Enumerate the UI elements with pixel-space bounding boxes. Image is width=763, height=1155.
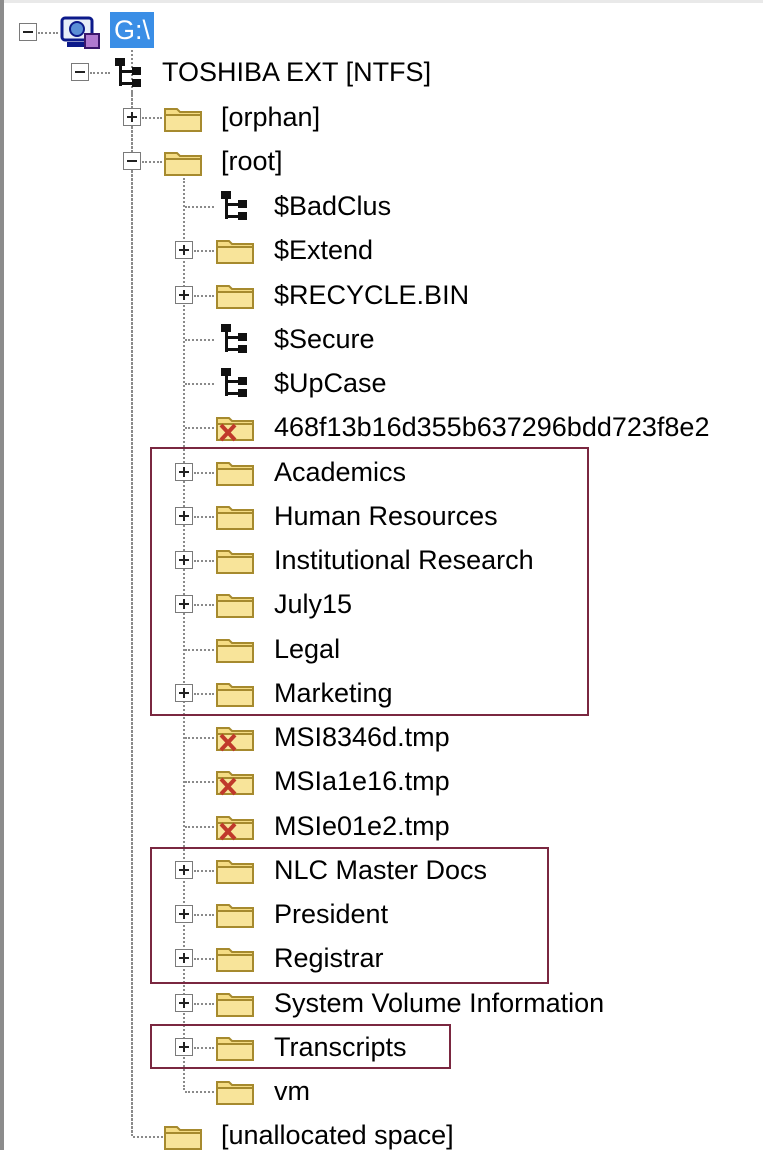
panel-top-edge <box>0 0 763 3</box>
tree-item-label[interactable]: $Secure <box>274 319 375 359</box>
system-file-tree-icon <box>221 324 247 353</box>
tree-connector <box>185 206 214 208</box>
folder-icon <box>216 993 254 1017</box>
highlight-box <box>150 847 549 984</box>
volume-tree-icon <box>115 58 141 87</box>
highlight-box <box>150 447 589 716</box>
deleted-folder-icon <box>216 816 254 841</box>
tree-connector <box>142 161 162 163</box>
tree-connector <box>185 826 214 828</box>
file-tree-panel: { "tree": { "drive": { "label": "G:\\", … <box>0 0 763 1150</box>
tree-item-label[interactable]: MSIa1e16.tmp <box>274 761 450 801</box>
tree-connector <box>194 295 214 297</box>
tree-connector <box>133 1136 163 1138</box>
tree-item-label[interactable]: $Extend <box>274 230 373 270</box>
tree-connector <box>194 250 214 252</box>
tree-connector <box>131 92 133 1136</box>
tree-connector <box>142 117 162 119</box>
tree-item-label[interactable]: MSI8346d.tmp <box>274 717 450 757</box>
expand-orphan-toggle[interactable] <box>123 108 141 126</box>
volume-label[interactable]: TOSHIBA EXT [NTFS] <box>162 52 431 92</box>
collapse-drive-toggle[interactable] <box>19 23 37 41</box>
tree-connector <box>185 427 214 429</box>
tree-connector <box>185 1091 214 1093</box>
tree-item-label[interactable]: vm <box>274 1071 310 1111</box>
expand-toggle[interactable] <box>175 241 193 259</box>
collapse-volume-toggle[interactable] <box>71 63 89 81</box>
system-file-tree-icon <box>221 191 247 220</box>
expand-toggle[interactable] <box>175 994 193 1012</box>
tree-item-label[interactable]: $RECYCLE.BIN <box>274 275 469 315</box>
deleted-folder-icon <box>216 771 254 796</box>
tree-item-label[interactable]: $BadClus <box>274 186 391 226</box>
tree-connector <box>194 1003 214 1005</box>
tree-item-label[interactable]: 468f13b16d355b637296bdd723f8e2 <box>274 407 709 447</box>
folder-icon <box>164 108 202 132</box>
tree-connector <box>185 383 214 385</box>
tree-item-label[interactable]: $UpCase <box>274 363 387 403</box>
drive-label[interactable]: G:\ <box>110 12 155 48</box>
tree-connector <box>185 339 214 341</box>
tree-item-unallocated-space[interactable]: [unallocated space] <box>221 1115 454 1155</box>
tree-connector <box>90 72 110 74</box>
folder-icon <box>216 1081 254 1105</box>
deleted-folder-icon <box>216 417 254 442</box>
tree-item-root[interactable]: [root] <box>221 141 283 181</box>
folder-icon <box>164 1126 202 1150</box>
system-file-tree-icon <box>221 368 247 397</box>
folder-icon <box>216 285 254 309</box>
deleted-folder-icon <box>216 727 254 752</box>
collapse-root-toggle[interactable] <box>123 152 141 170</box>
tree-connector <box>38 32 58 34</box>
tree-connector <box>185 737 214 739</box>
highlight-box <box>150 1024 451 1069</box>
tree-item-orphan[interactable]: [orphan] <box>221 97 320 137</box>
folder-icon <box>164 152 202 176</box>
expand-toggle[interactable] <box>175 286 193 304</box>
tree-item-label[interactable]: System Volume Information <box>274 983 604 1023</box>
drive-network-icon <box>60 16 100 49</box>
folder-icon <box>216 240 254 264</box>
tree-connector <box>185 781 214 783</box>
tree-item-label[interactable]: MSIe01e2.tmp <box>274 806 450 846</box>
panel-left-border <box>0 0 4 1150</box>
